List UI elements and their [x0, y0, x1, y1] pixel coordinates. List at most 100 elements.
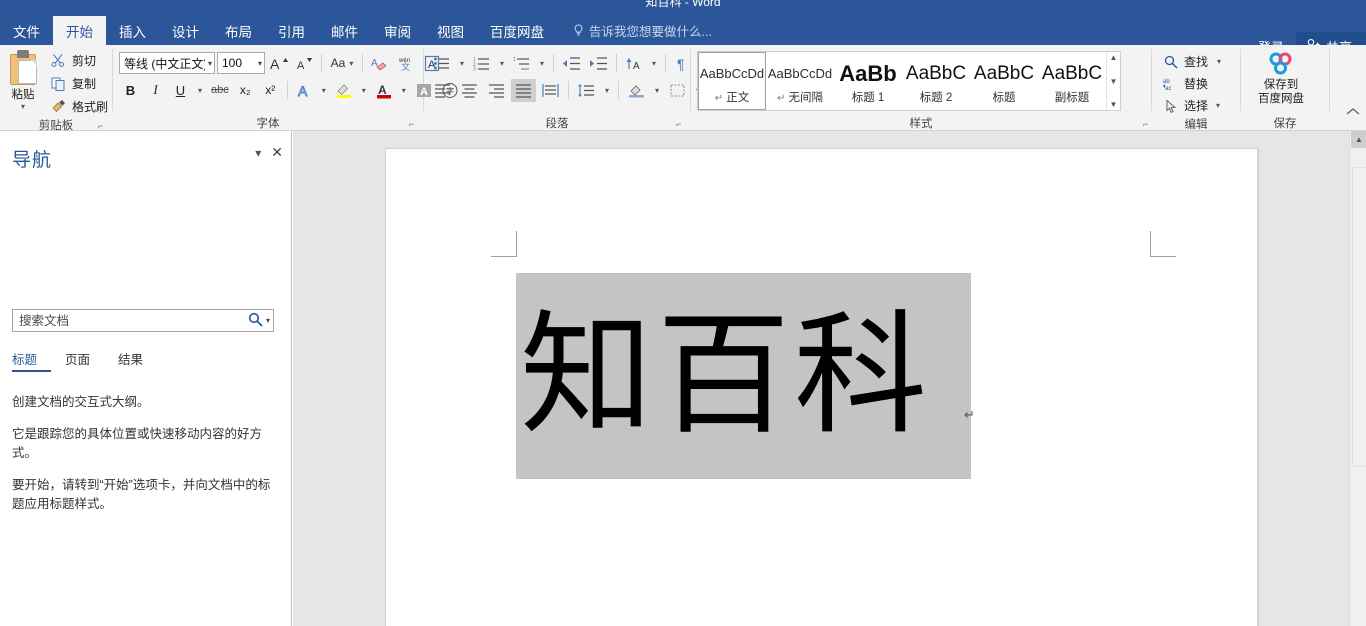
paste-button[interactable]: 粘贴 ▾	[0, 48, 46, 111]
search-input[interactable]	[19, 314, 245, 328]
bold-label: B	[126, 83, 135, 98]
style-item-heading-1[interactable]: AaBb 标题 1	[834, 52, 902, 110]
superscript-button[interactable]: x²	[259, 79, 282, 102]
sort-button[interactable]: A	[622, 52, 646, 75]
tab-design[interactable]: 设计	[159, 16, 212, 45]
document-workspace[interactable]: 知百科 ↵	[293, 131, 1349, 626]
sort-dropdown[interactable]: ▾	[648, 52, 660, 75]
tab-home[interactable]: 开始	[53, 16, 106, 45]
cut-button[interactable]: 剪切	[46, 50, 112, 71]
scrollbar-track[interactable]	[1351, 149, 1366, 626]
increase-indent-button[interactable]	[586, 52, 611, 75]
underline-button[interactable]: U	[169, 79, 192, 102]
style-item-title[interactable]: AaBbC 标题	[970, 52, 1038, 110]
search-icon[interactable]	[245, 312, 266, 330]
text-highlight-button[interactable]	[332, 79, 356, 102]
align-left-button[interactable]	[430, 79, 455, 102]
vertical-scrollbar[interactable]: ▲	[1349, 131, 1366, 626]
justify-button[interactable]	[511, 79, 536, 102]
dialog-launcher-icon[interactable]: ⌐	[98, 121, 108, 131]
style-preview: AaBbC	[974, 60, 1034, 88]
scroll-up-icon[interactable]: ▲	[1110, 53, 1118, 62]
format-painter-button[interactable]: 格式刷	[46, 96, 112, 117]
numbered-list-button[interactable]: 123	[470, 52, 494, 75]
font-row-1: 等线 (中文正文) ▾ 100 ▾ A A	[119, 51, 462, 75]
close-icon[interactable]: ✕	[271, 144, 283, 161]
font-color-dropdown[interactable]: ▾	[398, 79, 410, 102]
save-to-baidu-netdisk-button[interactable]: 保存到 百度网盘	[1241, 48, 1321, 106]
style-item-no-spacing[interactable]: AaBbCcDd ↵ 无间隔	[766, 52, 834, 110]
tab-layout[interactable]: 布局	[212, 16, 265, 45]
line-spacing-button[interactable]	[574, 79, 599, 102]
document-selected-line[interactable]: 知百科	[516, 273, 971, 479]
tab-references[interactable]: 引用	[265, 16, 318, 45]
tab-mailings[interactable]: 邮件	[318, 16, 371, 45]
style-item-subtitle[interactable]: AaBbC 副标题	[1038, 52, 1106, 110]
chevron-down-icon[interactable]: ▾	[349, 60, 353, 68]
bullet-list-dropdown[interactable]: ▾	[456, 52, 468, 75]
distribute-button[interactable]	[538, 79, 563, 102]
shading-dropdown[interactable]: ▾	[651, 79, 663, 102]
search-icon	[1162, 53, 1179, 70]
multilevel-list-dropdown[interactable]: ▾	[536, 52, 548, 75]
chevron-down-icon[interactable]: ▾	[1216, 102, 1220, 110]
style-label: 标题 2	[920, 89, 953, 105]
multilevel-list-button[interactable]: 1	[510, 52, 534, 75]
chevron-down-icon[interactable]: ▾	[1217, 58, 1221, 66]
line-spacing-dropdown[interactable]: ▾	[601, 79, 613, 102]
tell-me-box[interactable]: 告诉我您想要做什么...	[573, 16, 712, 45]
chevron-down-icon[interactable]: ▾	[205, 59, 212, 68]
text-effects-button[interactable]: A	[293, 79, 316, 102]
phonetic-guide-button[interactable]: wén文	[394, 52, 418, 75]
clear-formatting-button[interactable]: A	[368, 52, 392, 75]
font-color-button[interactable]: A	[372, 79, 396, 102]
document-page[interactable]: 知百科 ↵	[385, 148, 1258, 626]
grow-font-button[interactable]: A	[267, 52, 291, 75]
scroll-up-arrow-icon[interactable]: ▲	[1351, 131, 1366, 148]
tab-review[interactable]: 审阅	[371, 16, 424, 45]
font-name-combo[interactable]: 等线 (中文正文) ▾	[119, 52, 215, 74]
scroll-down-icon[interactable]: ▼	[1110, 77, 1118, 86]
tab-file[interactable]: 文件	[0, 16, 53, 45]
select-button[interactable]: 选择 ▾	[1158, 95, 1225, 116]
dialog-launcher-icon[interactable]: ⌐	[409, 119, 419, 129]
chevron-down-icon[interactable]: ▾	[266, 316, 270, 325]
align-right-button[interactable]	[484, 79, 509, 102]
bullet-list-button[interactable]	[430, 52, 454, 75]
decrease-indent-button[interactable]	[559, 52, 584, 75]
borders-button[interactable]	[665, 79, 690, 102]
change-case-button[interactable]: Aa ▾	[327, 52, 357, 75]
chevron-down-icon[interactable]: ▾	[255, 59, 262, 68]
text-effects-dropdown[interactable]: ▾	[318, 79, 330, 102]
text-highlight-dropdown[interactable]: ▾	[358, 79, 370, 102]
more-styles-icon[interactable]: ▼	[1110, 100, 1118, 109]
replace-button[interactable]: abac 替换	[1158, 73, 1225, 94]
shrink-font-button[interactable]: A	[293, 52, 316, 75]
italic-button[interactable]: I	[144, 79, 167, 102]
subscript-button[interactable]: x₂	[234, 79, 257, 102]
font-size-combo[interactable]: 100 ▾	[217, 52, 265, 74]
find-button[interactable]: 查找 ▾	[1158, 51, 1225, 72]
nav-tab-pages[interactable]: 页面	[65, 349, 104, 372]
ribbon-tab-strip: 文件 开始 插入 设计 布局 引用 邮件 审阅 视图 百度网盘 告诉我您想要做什…	[0, 16, 1366, 45]
scrollbar-thumb[interactable]	[1352, 167, 1366, 467]
numbered-list-dropdown[interactable]: ▾	[496, 52, 508, 75]
align-center-button[interactable]	[457, 79, 482, 102]
nav-tab-headings[interactable]: 标题	[12, 349, 51, 372]
collapse-ribbon-button[interactable]	[1346, 107, 1360, 119]
copy-button[interactable]: 复制	[46, 73, 112, 94]
chevron-down-icon[interactable]: ▾	[21, 103, 25, 111]
tab-insert[interactable]: 插入	[106, 16, 159, 45]
style-item-normal[interactable]: AaBbCcDd ↵ 正文	[698, 52, 766, 110]
tab-view[interactable]: 视图	[424, 16, 477, 45]
shading-button[interactable]	[624, 79, 649, 102]
dialog-launcher-icon[interactable]: ⌐	[676, 119, 686, 129]
underline-dropdown[interactable]: ▾	[194, 79, 206, 102]
nav-tab-results[interactable]: 结果	[118, 349, 157, 372]
bold-button[interactable]: B	[119, 79, 142, 102]
navigation-search-box[interactable]: ▾	[12, 309, 274, 332]
style-item-heading-2[interactable]: AaBbC 标题 2	[902, 52, 970, 110]
chevron-down-icon[interactable]: ▾	[255, 146, 261, 160]
strikethrough-button[interactable]: abc	[208, 79, 232, 102]
tab-baidu-netdisk[interactable]: 百度网盘	[477, 16, 557, 45]
